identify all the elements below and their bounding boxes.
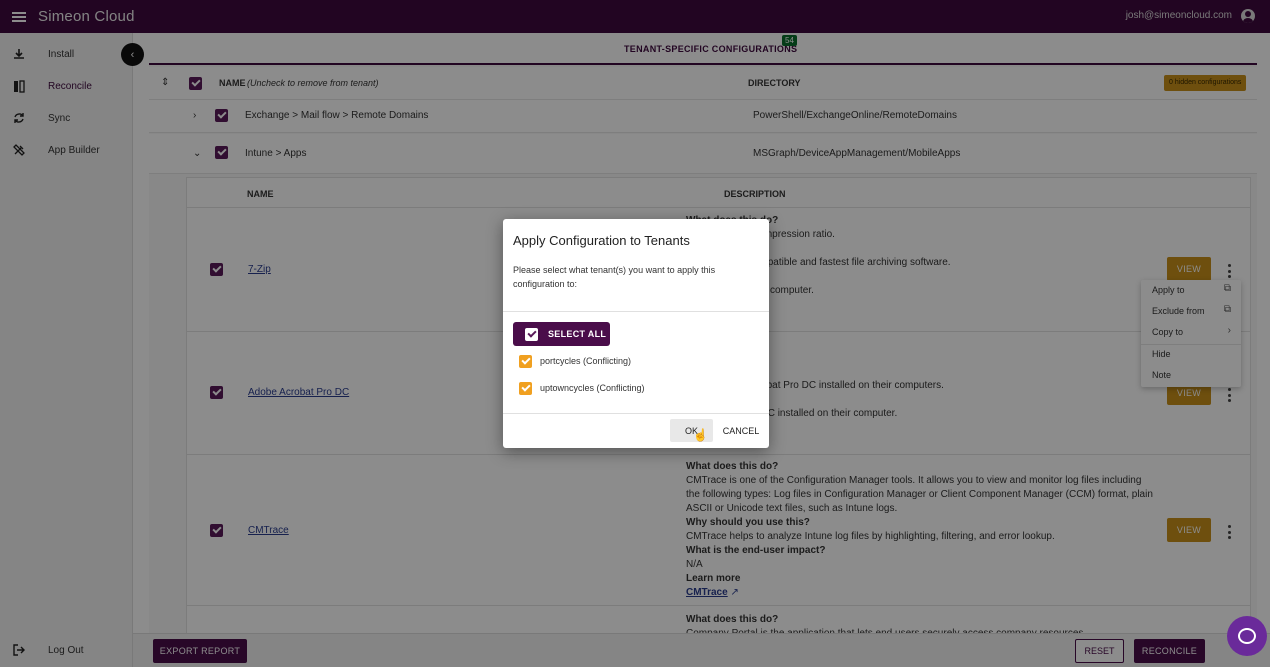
dialog-divider bbox=[503, 413, 769, 414]
select-all-button[interactable]: SELECT ALL bbox=[513, 322, 610, 346]
chat-icon[interactable] bbox=[1227, 616, 1267, 656]
pointer-cursor-icon: ☝ bbox=[693, 428, 708, 442]
select-all-checkbox bbox=[525, 328, 538, 341]
tenant-option-portcycles[interactable]: portcycles (Conflicting) bbox=[519, 354, 749, 370]
dialog-text: Please select what tenant(s) you want to… bbox=[513, 265, 716, 289]
cancel-button[interactable]: CANCEL bbox=[718, 419, 764, 442]
apply-configuration-dialog: Apply Configuration to Tenants Please se… bbox=[503, 219, 769, 448]
dialog-title: Apply Configuration to Tenants bbox=[513, 233, 690, 248]
tenant-checkbox[interactable] bbox=[519, 355, 532, 368]
tenant-option-uptowncycles[interactable]: uptowncycles (Conflicting) bbox=[519, 381, 749, 397]
tenant-checkbox[interactable] bbox=[519, 382, 532, 395]
dialog-divider bbox=[503, 311, 769, 312]
